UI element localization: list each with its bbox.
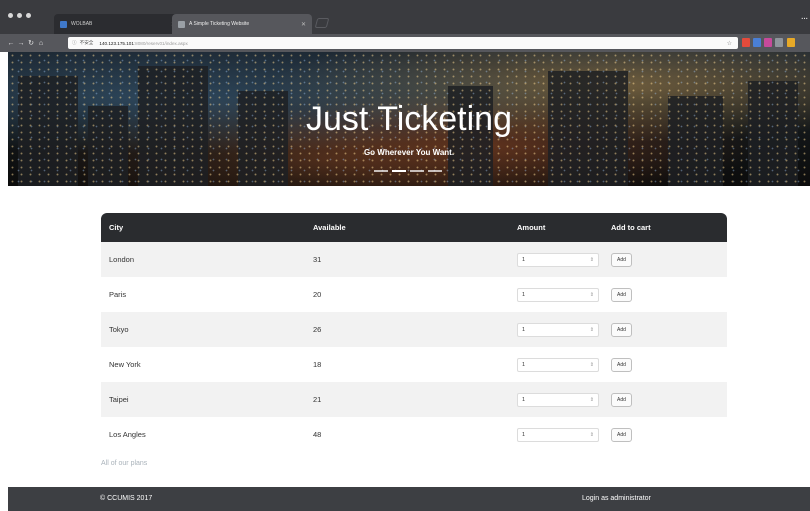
url-path: :8080/reserv01/index.aspx (133, 40, 188, 46)
info-icon[interactable]: ⓘ (72, 40, 77, 46)
footer: © CCUMIS 2017 Login as administrator (8, 487, 810, 511)
chevron-updown-icon: ⇕ (589, 256, 594, 263)
browser-tab-1[interactable]: WOLBAB ✕ (54, 14, 182, 34)
hero-banner: Just Ticketing Go Wherever You Want. (8, 52, 810, 186)
table-row: Tokyo 26 1 ⇕ Add (101, 312, 727, 347)
carousel-indicator[interactable] (374, 170, 388, 172)
table-header: City Available Amount Add to cart (101, 213, 727, 242)
city-cell: Los Angles (109, 430, 146, 439)
reload-icon[interactable]: ↻ (26, 39, 36, 47)
available-cell: 21 (313, 395, 322, 404)
available-cell: 31 (313, 255, 322, 264)
amount-select[interactable]: 1 ⇕ (517, 392, 599, 407)
city-cell: Tokyo (109, 325, 129, 334)
available-cell: 18 (313, 360, 322, 369)
add-button[interactable]: Add (611, 287, 632, 302)
city-cell: Taipei (109, 395, 129, 404)
carousel-indicator[interactable] (428, 170, 442, 172)
add-button[interactable]: Add (611, 322, 632, 337)
table-row: London 31 1 ⇕ Add (101, 242, 727, 277)
hero-title: Just Ticketing (306, 100, 512, 138)
extension-icon[interactable] (764, 38, 772, 47)
add-button[interactable]: Add (611, 252, 632, 267)
amount-select[interactable]: 1 ⇕ (517, 252, 599, 267)
city-cell: London (109, 255, 135, 264)
chevron-updown-icon: ⇕ (589, 396, 594, 403)
ticket-table: City Available Amount Add to cart London… (101, 213, 727, 452)
address-bar[interactable]: ⓘ 不安全 140.123.175.101 :8080/reserv01/ind… (68, 37, 738, 49)
amount-value: 1 (522, 256, 526, 263)
tab-favicon-icon (178, 20, 185, 28)
amount-select[interactable]: 1 ⇕ (517, 287, 599, 302)
carousel-indicator[interactable] (410, 170, 424, 172)
city-cell: Paris (109, 290, 127, 299)
extension-icon[interactable] (787, 38, 795, 47)
tab-title: A Simple Ticketing Website (189, 21, 250, 27)
header-available: Available (313, 223, 346, 232)
city-cell: New York (109, 360, 141, 369)
amount-value: 1 (522, 431, 526, 438)
chevron-updown-icon: ⇕ (589, 431, 594, 438)
available-cell: 20 (313, 290, 322, 299)
extension-icon[interactable] (742, 38, 750, 47)
table-row: New York 18 1 ⇕ Add (101, 347, 727, 382)
browser-tab-2[interactable]: A Simple Ticketing Website ✕ (172, 14, 312, 34)
table-row: Paris 20 1 ⇕ Add (101, 277, 727, 312)
header-amount: Amount (517, 223, 546, 232)
url-host: 140.123.175.101 (99, 40, 134, 46)
bookmark-star-icon[interactable]: ☆ (727, 40, 732, 47)
amount-value: 1 (522, 361, 526, 368)
amount-value: 1 (522, 326, 526, 333)
hero-subtitle: Go Wherever You Want. (363, 148, 455, 157)
amount-select[interactable]: 1 ⇕ (517, 427, 599, 442)
extension-icon[interactable] (753, 38, 761, 47)
amount-select[interactable]: 1 ⇕ (517, 357, 599, 372)
window-minimize-icon[interactable] (17, 13, 22, 18)
new-tab-button[interactable] (314, 18, 330, 28)
amount-value: 1 (522, 396, 526, 403)
amount-select[interactable]: 1 ⇕ (517, 322, 599, 337)
add-button[interactable]: Add (611, 392, 632, 407)
copyright-text: © CCUMIS 2017 (100, 495, 153, 502)
header-add-to-cart: Add to cart (611, 223, 651, 232)
chevron-updown-icon: ⇕ (589, 291, 594, 298)
extension-icon[interactable] (775, 38, 783, 47)
window-menu-icon[interactable]: … (801, 14, 808, 21)
home-icon[interactable]: ⌂ (36, 40, 46, 47)
amount-value: 1 (522, 291, 526, 298)
tab-close-icon[interactable]: ✕ (301, 21, 306, 28)
admin-login-link[interactable]: Login as administrator (582, 495, 651, 502)
all-plans-link[interactable]: All of our plans (101, 460, 147, 467)
browser-tab-bar: WOLBAB ✕ A Simple Ticketing Website ✕ … (0, 0, 810, 34)
window-close-icon[interactable] (8, 13, 13, 18)
add-button[interactable]: Add (611, 427, 632, 442)
chevron-updown-icon: ⇕ (589, 361, 594, 368)
available-cell: 26 (313, 325, 322, 334)
tab-favicon-icon (60, 20, 67, 28)
tab-title: WOLBAB (71, 21, 93, 27)
add-button[interactable]: Add (611, 357, 632, 372)
chevron-updown-icon: ⇕ (589, 326, 594, 333)
browser-toolbar: ← → ↻ ⌂ ⓘ 不安全 140.123.175.101 :8080/rese… (0, 34, 810, 52)
carousel-indicator[interactable] (392, 170, 406, 172)
window-zoom-icon[interactable] (26, 13, 31, 18)
url-security-label: 不安全 (79, 40, 94, 45)
table-row: Los Angles 48 1 ⇕ Add (101, 417, 727, 452)
header-city: City (109, 223, 124, 232)
back-arrow-icon[interactable]: ← (6, 40, 16, 47)
table-row: Taipei 21 1 ⇕ Add (101, 382, 727, 417)
available-cell: 48 (313, 430, 322, 439)
forward-arrow-icon[interactable]: → (16, 40, 26, 47)
